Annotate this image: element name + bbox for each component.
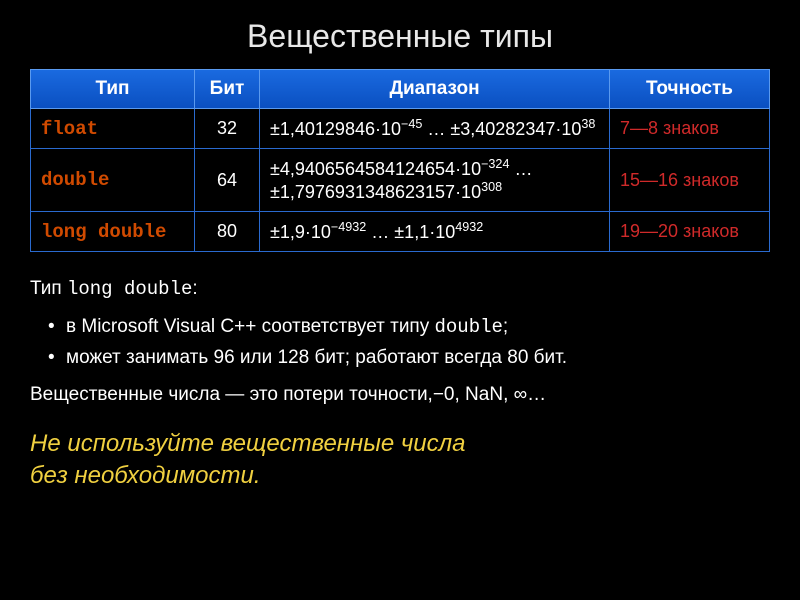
cell-range: ±1,40129846·10−45 … ±3,40282347·1038 <box>260 109 610 149</box>
bullet-item: в Microsoft Visual C++ соответствует тип… <box>48 314 770 341</box>
cell-type: long double <box>31 212 195 252</box>
cell-type: double <box>31 149 195 212</box>
subtitle-suffix: : <box>192 278 197 299</box>
table-row: double 64 ±4,9406564584124654·10−324 … ±… <box>31 149 770 212</box>
highlight-text: Не используйте вещественные числа без не… <box>30 428 770 490</box>
col-bits: Бит <box>195 70 260 109</box>
cell-range: ±4,9406564584124654·10−324 … ±1,79769313… <box>260 149 610 212</box>
table-row: long double 80 ±1,9·10−4932 … ±1,1·10493… <box>31 212 770 252</box>
bullet-list: в Microsoft Visual C++ соответствует тип… <box>48 309 770 376</box>
slide: Вещественные типы Тип Бит Диапазон Точно… <box>0 0 800 600</box>
slide-title: Вещественные типы <box>30 18 770 55</box>
cell-precision: 7—8 знаков <box>610 109 770 149</box>
cell-precision: 19—20 знаков <box>610 212 770 252</box>
table-header-row: Тип Бит Диапазон Точность <box>31 70 770 109</box>
subtitle-type: long double <box>67 278 192 300</box>
col-type: Тип <box>31 70 195 109</box>
highlight-line2: без необходимости. <box>30 462 261 489</box>
bullet-mono: double <box>435 316 503 338</box>
bullet-text: в Microsoft Visual C++ соответствует тип… <box>66 316 435 337</box>
col-precision: Точность <box>610 70 770 109</box>
cell-precision: 15—16 знаков <box>610 149 770 212</box>
types-table: Тип Бит Диапазон Точность float 32 ±1,40… <box>30 69 770 252</box>
subtitle: Тип long double: <box>30 276 770 303</box>
highlight-line1: Не используйте вещественные числа <box>30 430 466 457</box>
col-range: Диапазон <box>260 70 610 109</box>
subtitle-prefix: Тип <box>30 278 67 299</box>
table-row: float 32 ±1,40129846·10−45 … ±3,40282347… <box>31 109 770 149</box>
bullet-suffix: ; <box>503 316 508 337</box>
note-text: Вещественные числа — это потери точности… <box>30 382 770 409</box>
bullet-text: может занимать 96 или 128 бит; работают … <box>66 347 567 368</box>
cell-type: float <box>31 109 195 149</box>
cell-bits: 80 <box>195 212 260 252</box>
cell-bits: 32 <box>195 109 260 149</box>
cell-bits: 64 <box>195 149 260 212</box>
cell-range: ±1,9·10−4932 … ±1,1·104932 <box>260 212 610 252</box>
bullet-item: может занимать 96 или 128 бит; работают … <box>48 345 770 371</box>
